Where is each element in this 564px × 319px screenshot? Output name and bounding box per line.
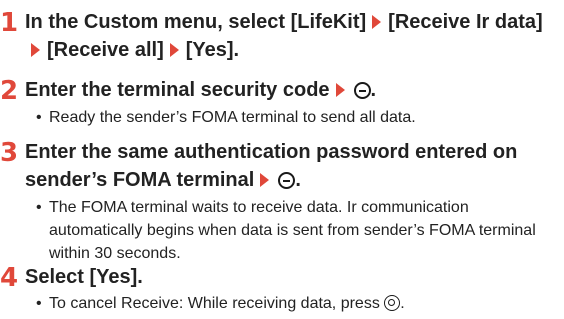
right-triangle-arrow-icon	[260, 173, 270, 187]
circle-minus-key-icon	[353, 82, 371, 99]
step-text: [Receive all]	[47, 39, 164, 61]
right-triangle-arrow-icon	[31, 43, 40, 57]
note-text: Ready the sender’s FOMA terminal to send…	[49, 109, 416, 126]
note-text-segment: To cancel Receive: While receiving data,…	[49, 295, 380, 312]
step-text: [Receive Ir data]	[388, 11, 543, 33]
step-text: Enter the terminal security code	[25, 79, 330, 101]
step-number: 3	[0, 138, 19, 168]
circle-minus-key-icon	[278, 172, 296, 189]
step-text: .	[370, 79, 377, 101]
step-text: Enter the same authentication password e…	[25, 141, 518, 191]
step-4-note: • To cancel Receive: While receiving dat…	[36, 292, 556, 315]
step-title: Enter the same authentication password e…	[25, 138, 560, 194]
step-number: 2	[0, 76, 19, 106]
step-title: Enter the terminal security code.	[25, 76, 560, 104]
bullet: •	[36, 295, 42, 312]
step-title: Select [Yes].	[25, 263, 560, 291]
right-triangle-arrow-icon	[169, 43, 179, 57]
step-2-note: • Ready the sender’s FOMA terminal to se…	[36, 106, 556, 129]
right-triangle-arrow-icon	[335, 83, 345, 97]
note-text-segment: .	[400, 295, 405, 312]
note-text: The FOMA terminal waits to receive data.…	[49, 199, 536, 262]
right-triangle-arrow-icon	[372, 15, 382, 29]
step-text: [Yes].	[185, 39, 240, 61]
step-number: 4	[0, 263, 19, 293]
note-text: To cancel Receive: While receiving data,…	[36, 292, 556, 315]
step-number: 1	[0, 8, 19, 38]
bullet: •	[36, 199, 42, 216]
bullet: •	[36, 109, 42, 126]
step-title: In the Custom menu, select [LifeKit] [Rec…	[25, 8, 560, 64]
step-text: In the Custom menu, select [LifeKit]	[25, 11, 367, 33]
step-text: Select [Yes].	[25, 266, 143, 288]
step-3-note: • The FOMA terminal waits to receive dat…	[36, 196, 556, 265]
step-text: .	[295, 169, 301, 191]
camera-key-icon	[384, 295, 401, 311]
